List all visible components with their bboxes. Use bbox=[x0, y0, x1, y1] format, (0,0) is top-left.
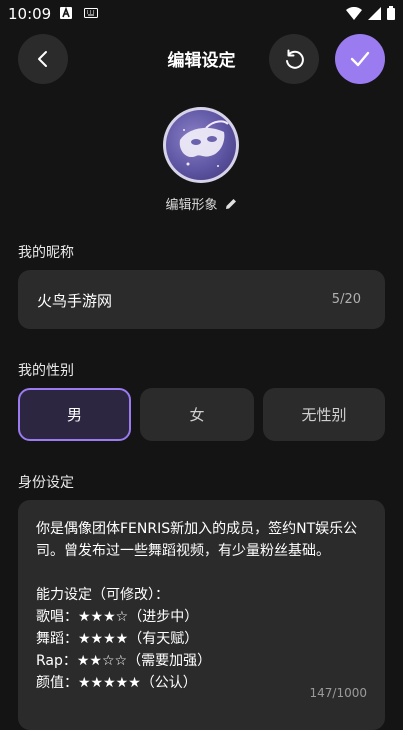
persona-counter: 147/1000 bbox=[305, 686, 367, 700]
nickname-counter: 5/20 bbox=[331, 292, 361, 307]
confirm-button[interactable] bbox=[335, 34, 385, 84]
battery-icon bbox=[387, 6, 395, 20]
persona-text: 你是偶像团体FENRIS新加入的成员，签约NT娱乐公司。曾发布过一些舞蹈视频，有… bbox=[36, 521, 358, 691]
signal-icon bbox=[368, 6, 381, 20]
avatar-image bbox=[166, 110, 236, 180]
keyboard-icon bbox=[84, 8, 98, 18]
check-icon bbox=[350, 51, 370, 67]
chevron-left-icon bbox=[38, 51, 47, 67]
gender-option-none[interactable]: 无性别 bbox=[263, 388, 385, 441]
font-app-icon bbox=[60, 7, 72, 19]
edit-avatar-label: 编辑形象 bbox=[165, 198, 218, 213]
reset-button[interactable] bbox=[269, 34, 319, 84]
nickname-value: 火鸟手游网 bbox=[37, 292, 113, 310]
nickname-input[interactable]: 火鸟手游网 5/20 bbox=[18, 270, 385, 329]
mask-icon bbox=[179, 120, 229, 167]
status-icons bbox=[346, 6, 395, 20]
gender-option-male[interactable]: 男 bbox=[18, 388, 131, 441]
persona-section-label: 身份设定 bbox=[18, 475, 74, 491]
persona-textarea[interactable]: 你是偶像团体FENRIS新加入的成员，签约NT娱乐公司。曾发布过一些舞蹈视频，有… bbox=[18, 500, 385, 730]
status-bar: 10:09 bbox=[0, 0, 403, 28]
edit-avatar-link[interactable]: 编辑形象 bbox=[0, 194, 403, 213]
status-time: 10:09 bbox=[8, 5, 52, 23]
avatar[interactable] bbox=[163, 107, 239, 183]
gender-option-female[interactable]: 女 bbox=[140, 388, 254, 441]
gender-section-label: 我的性别 bbox=[18, 363, 74, 379]
nickname-section-label: 我的昵称 bbox=[18, 245, 74, 261]
pencil-icon bbox=[225, 198, 236, 209]
wifi-icon bbox=[346, 6, 362, 20]
back-button[interactable] bbox=[18, 34, 68, 84]
undo-icon bbox=[286, 49, 304, 69]
